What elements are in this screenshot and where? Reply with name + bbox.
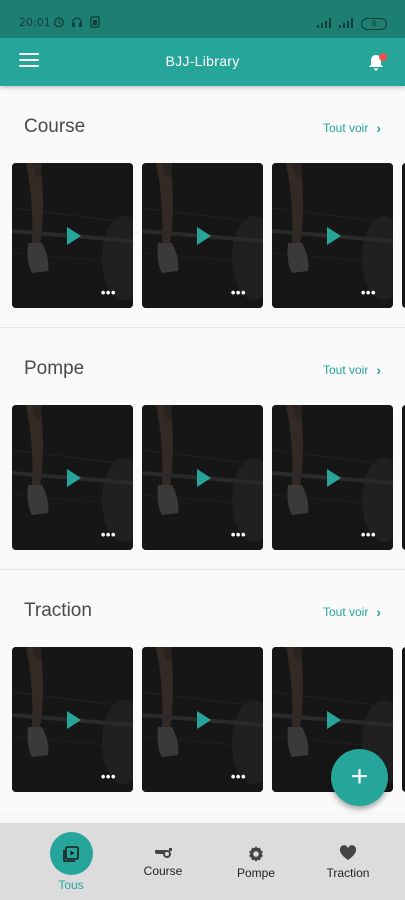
battery-level: 6 [371,19,377,28]
see-all-label: Tout voir [322,121,369,135]
signal-icon [317,15,333,33]
play-library-icon [63,845,79,862]
nav-label: Tous [58,878,84,892]
more-options-icon[interactable]: ••• [231,286,246,299]
video-card[interactable]: ••• [12,647,133,792]
play-icon [197,469,211,487]
notifications-button[interactable] [367,53,387,73]
more-options-icon[interactable]: ••• [231,528,246,541]
more-options-icon[interactable]: ••• [231,770,246,783]
more-options-icon[interactable]: ••• [101,770,116,783]
video-card[interactable]: ••• [272,163,393,308]
section-course: Course Tout voir › ••• ••• ••• [0,86,405,328]
bottom-navigation: Tous Course Pompe Traction [0,823,405,900]
video-card[interactable]: ••• [142,405,263,550]
nav-tab-traction[interactable]: Traction [303,845,393,880]
gear-icon [249,846,263,862]
headphones-icon [71,15,83,33]
see-all-link[interactable]: Tout voir › [323,604,381,620]
chevron-right-icon: › [376,604,381,620]
video-card[interactable]: ••• [272,405,393,550]
play-icon [67,227,81,245]
nav-tab-course[interactable]: Course [118,847,208,878]
play-icon [67,711,81,729]
more-options-icon[interactable]: ••• [361,528,376,541]
chevron-right-icon: › [376,120,381,136]
chevron-right-icon: › [376,362,381,378]
more-options-icon[interactable]: ••• [361,286,376,299]
play-icon [327,227,341,245]
sim-icon [90,15,100,33]
video-card[interactable]: ••• [142,647,263,792]
nav-label: Traction [326,866,370,880]
play-icon [197,227,211,245]
alarm-icon [53,15,65,33]
add-button[interactable]: + [331,749,388,806]
see-all-link[interactable]: Tout voir › [323,120,381,136]
video-card[interactable]: ••• [142,163,263,308]
app-bar: BJJ-Library [0,38,405,86]
see-all-label: Tout voir [322,605,369,619]
nav-tab-tous[interactable]: Tous [26,832,116,892]
nav-tab-pompe[interactable]: Pompe [211,845,301,880]
app-title: BJJ-Library [165,53,240,69]
status-bar: 20:01 6 [0,0,405,38]
whistle-icon [155,848,172,858]
notification-badge [379,53,387,61]
video-card[interactable]: ••• [12,163,133,308]
more-options-icon[interactable]: ••• [101,528,116,541]
section-title: Traction [24,600,92,621]
play-icon [327,469,341,487]
status-time: 20:01 [19,16,51,29]
section-title: Pompe [24,358,85,379]
play-icon [327,711,341,729]
section-title: Course [24,116,86,137]
more-options-icon[interactable]: ••• [101,286,116,299]
play-icon [67,469,81,487]
nav-label: Course [143,864,183,878]
section-pompe: Pompe Tout voir › ••• ••• ••• [0,328,405,570]
play-icon [197,711,211,729]
main-content: Course Tout voir › ••• ••• ••• Pompe Tou… [0,86,405,823]
heart-icon [339,845,357,860]
video-card[interactable]: ••• [12,405,133,550]
signal-4g-icon [339,15,355,33]
see-all-label: Tout voir [322,363,369,377]
see-all-link[interactable]: Tout voir › [323,362,381,378]
battery-icon: 6 [361,18,387,30]
nav-label: Pompe [236,866,276,880]
